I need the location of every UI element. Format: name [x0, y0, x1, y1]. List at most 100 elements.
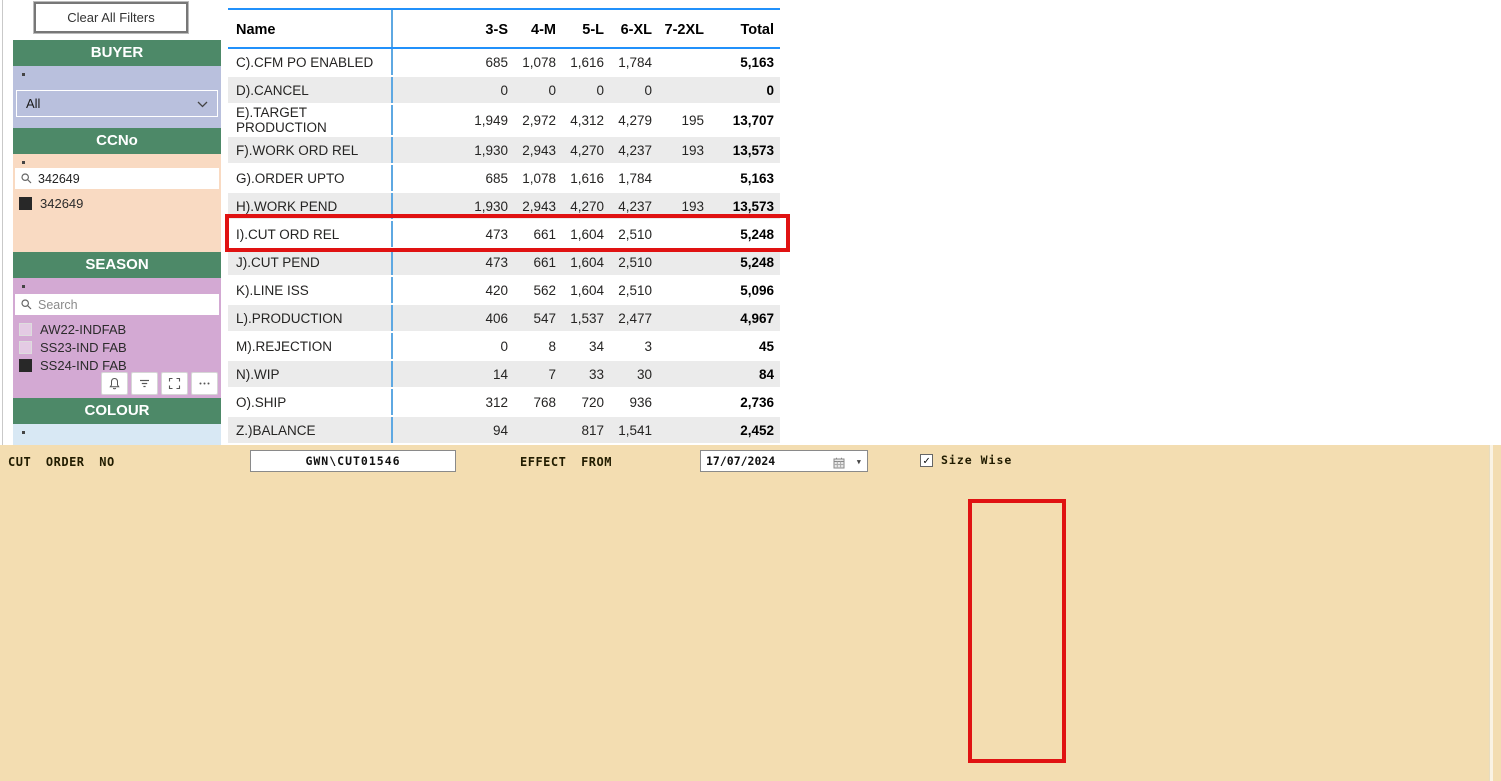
effect-from-datepicker[interactable]: 17/07/2024 ▼	[700, 450, 868, 472]
matrix-cell[interactable]: 1,949	[467, 104, 514, 136]
matrix-cell[interactable]: 84	[710, 360, 780, 388]
matrix-row-name[interactable]: D).CANCEL	[228, 76, 392, 104]
matrix-cell[interactable]: 0	[562, 76, 610, 104]
matrix-cell[interactable]: 406	[467, 304, 514, 332]
matrix-cell[interactable]: 5,163	[710, 48, 780, 76]
dropdown-arrow-icon[interactable]: ▼	[857, 452, 861, 472]
matrix-cell[interactable]: 936	[610, 388, 658, 416]
matrix-cell[interactable]: 2,972	[514, 104, 562, 136]
matrix-cell[interactable]: 7	[514, 360, 562, 388]
matrix-cell[interactable]: 195	[658, 104, 710, 136]
matrix-cell[interactable]	[658, 276, 710, 304]
matrix-cell[interactable]	[658, 388, 710, 416]
matrix-cell[interactable]: 3	[610, 332, 658, 360]
matrix-cell[interactable]: 0	[710, 76, 780, 104]
matrix-cell[interactable]	[658, 416, 710, 444]
matrix-row-name[interactable]: F).WORK ORD REL	[228, 136, 392, 164]
matrix-cell[interactable]: 94	[467, 416, 514, 444]
matrix-cell[interactable]: 1,078	[514, 48, 562, 76]
matrix-cell[interactable]: 1,616	[562, 48, 610, 76]
matrix-cell[interactable]: 1,930	[467, 136, 514, 164]
season-item[interactable]: SS23-IND FAB	[19, 338, 127, 356]
matrix-cell[interactable]	[658, 248, 710, 276]
matrix-cell[interactable]: 4,967	[710, 304, 780, 332]
matrix-row-name[interactable]: M).REJECTION	[228, 332, 392, 360]
focus-mode-icon[interactable]	[161, 372, 188, 395]
buyer-dropdown[interactable]: All	[16, 90, 218, 117]
matrix-cell[interactable]: 4,270	[562, 136, 610, 164]
matrix-cell[interactable]: 13,707	[710, 104, 780, 136]
matrix-cell[interactable]: 2,510	[610, 276, 658, 304]
matrix-cell[interactable]	[658, 48, 710, 76]
matrix-cell[interactable]: 547	[514, 304, 562, 332]
matrix-cell[interactable]: 30	[610, 360, 658, 388]
matrix-cell[interactable]	[658, 304, 710, 332]
matrix-cell[interactable]: 4,237	[610, 136, 658, 164]
matrix-cell[interactable]: 193	[658, 136, 710, 164]
matrix-row-name[interactable]: K).LINE ISS	[228, 276, 392, 304]
matrix-row-name[interactable]: Z.)BALANCE	[228, 416, 392, 444]
matrix-cell[interactable]: 473	[467, 248, 514, 276]
matrix-cell[interactable]	[658, 164, 710, 192]
cut-order-no-input[interactable]: GWN\CUT01546	[250, 450, 456, 472]
matrix-cell[interactable]: 13,573	[710, 136, 780, 164]
ccno-search-input[interactable]: 342649	[15, 168, 219, 189]
more-options-icon[interactable]	[191, 372, 218, 395]
matrix-cell[interactable]: 661	[514, 248, 562, 276]
matrix-cell[interactable]: 2,736	[710, 388, 780, 416]
matrix-cell[interactable]: 720	[562, 388, 610, 416]
matrix-cell[interactable]: 1,541	[610, 416, 658, 444]
matrix-cell[interactable]: 420	[467, 276, 514, 304]
matrix-cell[interactable]: 5,248	[710, 248, 780, 276]
matrix-cell[interactable]: 0	[467, 332, 514, 360]
checked-checkbox-icon[interactable]	[19, 197, 32, 210]
matrix-cell[interactable]	[658, 76, 710, 104]
matrix-cell[interactable]	[514, 416, 562, 444]
matrix-cell[interactable]: 1,604	[562, 248, 610, 276]
matrix-cell[interactable]: 2,452	[710, 416, 780, 444]
clear-all-filters-button[interactable]: Clear All Filters	[34, 2, 188, 33]
matrix-cell[interactable]: 0	[467, 76, 514, 104]
matrix-cell[interactable]: 1,078	[514, 164, 562, 192]
matrix-row-name[interactable]: J).CUT PEND	[228, 248, 392, 276]
matrix-cell[interactable]: 2,477	[610, 304, 658, 332]
size-wise-checkbox[interactable]: ✓ Size Wise	[920, 453, 1012, 467]
matrix-row-name[interactable]: N).WIP	[228, 360, 392, 388]
matrix-cell[interactable]: 685	[467, 48, 514, 76]
filter-icon[interactable]	[131, 372, 158, 395]
matrix-cell[interactable]: 14	[467, 360, 514, 388]
matrix-row-name[interactable]: E).TARGET PRODUCTION	[228, 104, 392, 136]
matrix-row-name[interactable]: L).PRODUCTION	[228, 304, 392, 332]
bell-icon[interactable]	[101, 372, 128, 395]
matrix-cell[interactable]: 4,279	[610, 104, 658, 136]
matrix-cell[interactable]: 33	[562, 360, 610, 388]
matrix-cell[interactable]	[658, 332, 710, 360]
matrix-row-name[interactable]: C).CFM PO ENABLED	[228, 48, 392, 76]
matrix-row-name[interactable]: G).ORDER UPTO	[228, 164, 392, 192]
matrix-cell[interactable]: 1,616	[562, 164, 610, 192]
matrix-cell[interactable]: 817	[562, 416, 610, 444]
matrix-cell[interactable]: 8	[514, 332, 562, 360]
matrix-cell[interactable]: 5,163	[710, 164, 780, 192]
calendar-icon[interactable]	[833, 455, 845, 475]
matrix-cell[interactable]: 768	[514, 388, 562, 416]
matrix-cell[interactable]: 45	[710, 332, 780, 360]
matrix-cell[interactable]: 1,604	[562, 276, 610, 304]
matrix-cell[interactable]	[658, 360, 710, 388]
matrix-cell[interactable]: 5,096	[710, 276, 780, 304]
season-item[interactable]: AW22-INDFAB	[19, 320, 126, 338]
season-search-input[interactable]: Search	[15, 294, 219, 315]
matrix-cell[interactable]: 34	[562, 332, 610, 360]
matrix-cell[interactable]: 1,784	[610, 48, 658, 76]
matrix-cell[interactable]: 0	[514, 76, 562, 104]
matrix-cell[interactable]: 2,510	[610, 248, 658, 276]
unchecked-checkbox-icon[interactable]	[19, 341, 32, 354]
matrix-cell[interactable]: 1,537	[562, 304, 610, 332]
matrix-cell[interactable]: 312	[467, 388, 514, 416]
matrix-cell[interactable]: 1,784	[610, 164, 658, 192]
checked-checkbox-icon[interactable]	[19, 359, 32, 372]
matrix-cell[interactable]: 0	[610, 76, 658, 104]
matrix-row-name[interactable]: O).SHIP	[228, 388, 392, 416]
matrix-cell[interactable]: 2,943	[514, 136, 562, 164]
matrix-cell[interactable]: 4,312	[562, 104, 610, 136]
